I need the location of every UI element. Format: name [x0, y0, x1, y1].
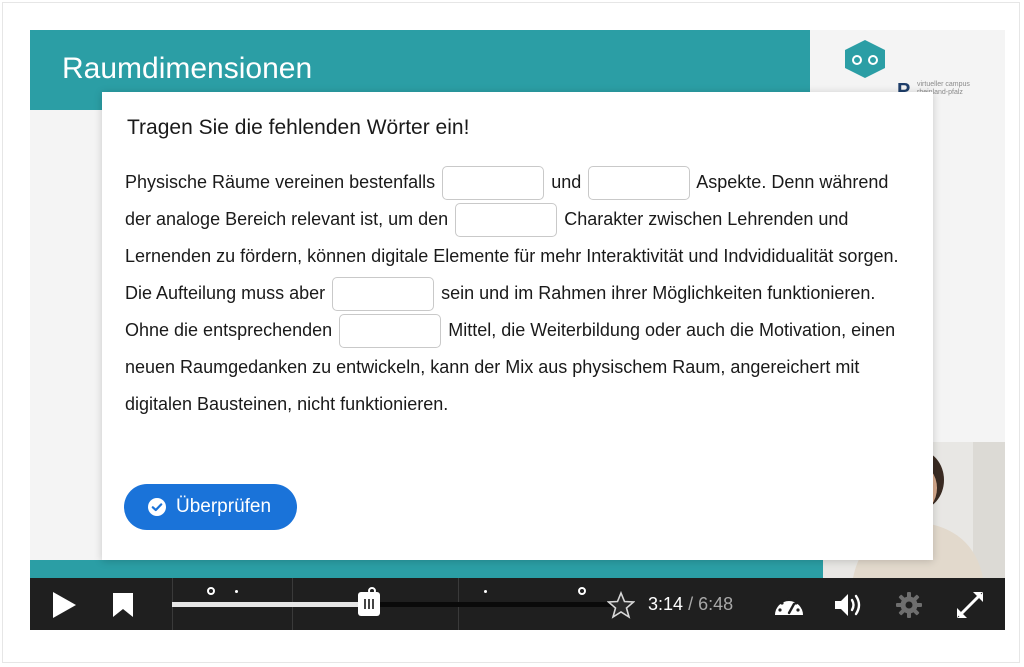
speedometer-icon [775, 597, 803, 615]
h5p-frame: Raumdimensionen P virtueller campus rhei… [0, 0, 1024, 667]
check-circle-icon [148, 498, 166, 516]
video-stage[interactable]: Raumdimensionen P virtueller campus rhei… [30, 30, 1005, 578]
interaction-marker[interactable] [578, 587, 586, 595]
blank-input-5[interactable] [339, 314, 442, 349]
settings-button[interactable] [894, 590, 924, 620]
check-button[interactable]: Überprüfen [124, 484, 298, 530]
playback-speed-button[interactable] [772, 590, 806, 620]
check-button-label: Überprüfen [176, 496, 272, 517]
fill-in-blanks-dialog: Tragen Sie die fehlenden Wörter ein! Phy… [102, 92, 933, 560]
star-icon [607, 591, 635, 619]
fullscreen-button[interactable] [954, 590, 986, 620]
total-time: 6:48 [698, 594, 734, 614]
play-icon [53, 592, 76, 618]
interaction-marker[interactable] [484, 590, 487, 593]
text-segment: Physische Räume vereinen bestenfalls [125, 172, 436, 192]
bookmark-icon [113, 593, 133, 617]
cloze-text: Physische Räume vereinen bestenfalls und… [125, 164, 915, 423]
interaction-marker[interactable] [207, 587, 215, 595]
fullscreen-icon [957, 592, 983, 618]
blank-input-3[interactable] [455, 203, 558, 238]
volume-icon [835, 594, 861, 616]
seek-bar[interactable] [172, 578, 620, 630]
slide-title: Raumdimensionen [62, 52, 313, 85]
end-star[interactable] [606, 590, 636, 620]
seek-progress [172, 602, 369, 607]
logo-mark-icon [845, 40, 885, 78]
gear-icon [896, 592, 922, 618]
task-title: Tragen Sie die fehlenden Wörter ein! [127, 116, 470, 139]
time-separator: / [688, 594, 694, 614]
current-time: 3:14 [648, 594, 684, 614]
bookmarks-button[interactable] [110, 591, 136, 619]
interaction-marker[interactable] [235, 590, 238, 593]
slide-footer-bar [30, 560, 830, 578]
seek-track [172, 602, 620, 607]
seek-handle[interactable] [358, 592, 380, 616]
blank-input-4[interactable] [332, 277, 435, 312]
play-button[interactable] [50, 591, 78, 619]
text-segment: und [551, 172, 582, 192]
volume-button[interactable] [832, 590, 866, 620]
player-controls: 3:14 / 6:48 [30, 578, 1005, 630]
time-display: 3:14 / 6:48 [648, 594, 733, 615]
blank-input-2[interactable] [588, 166, 691, 201]
blank-input-1[interactable] [442, 166, 545, 201]
